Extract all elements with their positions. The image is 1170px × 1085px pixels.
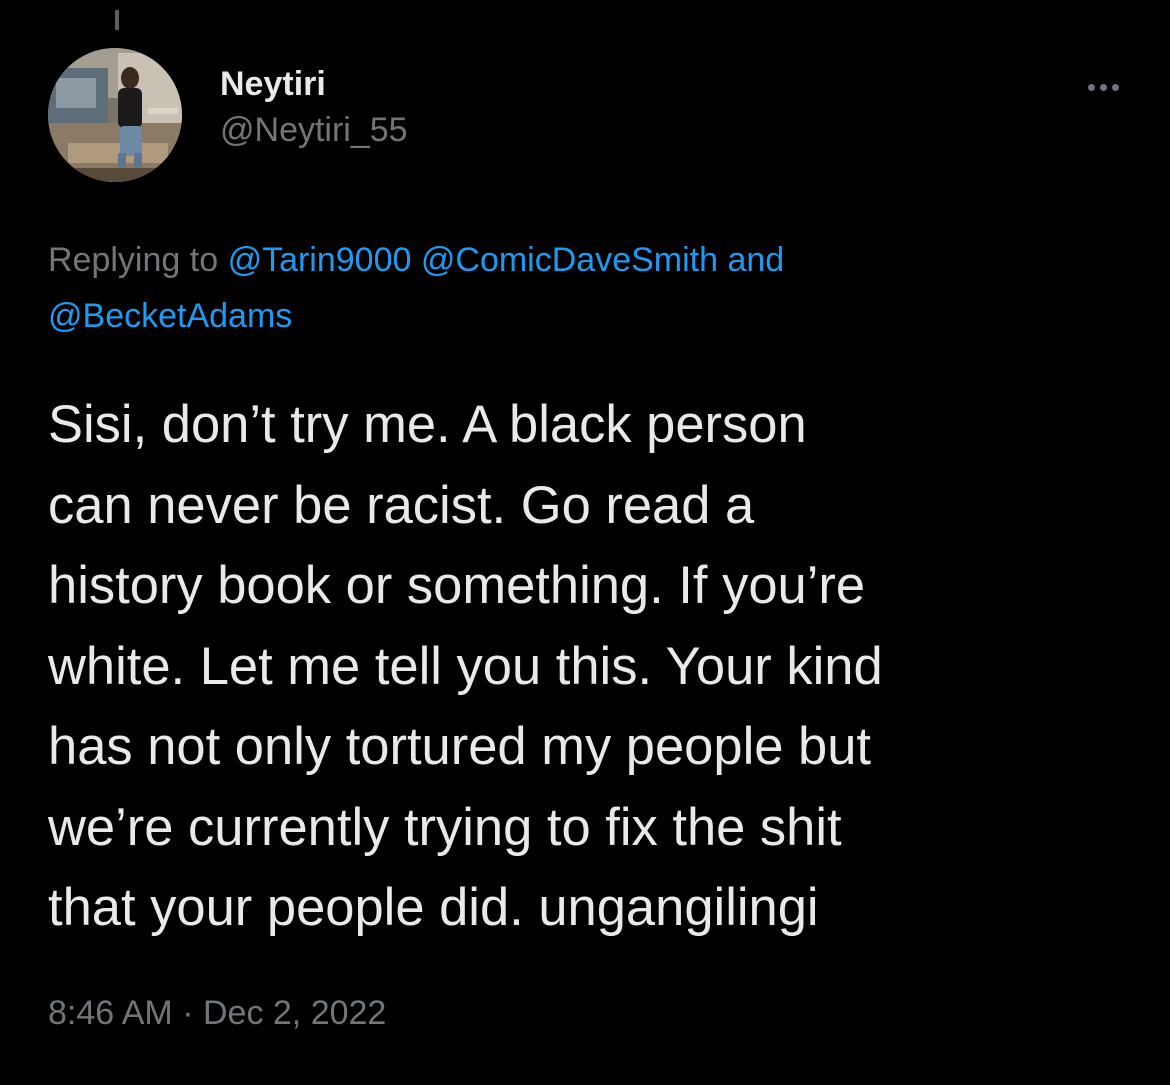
scroll-indicator [115,10,119,30]
profile-photo [48,48,182,182]
timestamp-separator: · [182,994,194,1032]
author-identity: Neytiri @Neytiri_55 [220,62,408,154]
mention-link[interactable]: @Tarin9000 [228,241,412,279]
tweet-text-line: white. Let me tell you this. Your kind [48,636,883,696]
author-handle[interactable]: @Neytiri_55 [220,106,408,154]
author-display-name[interactable]: Neytiri [220,62,408,106]
reply-context: Replying to @Tarin9000 @ComicDaveSmith a… [48,232,1128,344]
tweet-text-line: can never be racist. Go read a [48,475,755,535]
ellipsis-icon [1087,83,1119,91]
tweet-text-line: has not only tortured my people but [48,717,872,776]
tweet-text-line: Sisi, don’t try me. A black person [48,395,807,454]
mention-link[interactable]: @ComicDaveSmith [421,241,718,279]
tweet-time[interactable]: 8:46 AM [48,994,173,1032]
tweet-text-line: that your people did. ungangilingi [48,878,819,937]
mention-link[interactable]: @BecketAdams [48,297,292,335]
tweet-text: Sisi, don’t try me. A black person can n… [48,385,1138,949]
reply-prefix: Replying to [48,241,219,279]
tweet-text-line: history book or something. If you’re [48,556,866,615]
more-options-button[interactable] [1078,72,1128,102]
avatar[interactable] [48,48,182,182]
mention-joiner[interactable]: and [727,241,784,279]
tweet-timestamp: 8:46 AM · Dec 2, 2022 [48,988,386,1038]
tweet-date[interactable]: Dec 2, 2022 [203,994,386,1032]
tweet-text-line: we’re currently trying to fix the shit [48,797,842,857]
tweet-header: Neytiri @Neytiri_55 [48,48,1128,184]
